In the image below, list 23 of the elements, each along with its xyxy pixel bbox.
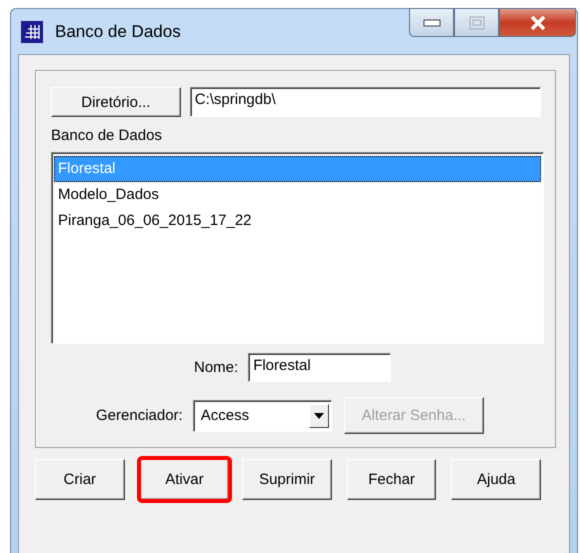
path-field[interactable]: C:\springdb\	[190, 87, 541, 117]
close-button[interactable]	[499, 8, 576, 37]
minimize-button[interactable]	[409, 8, 454, 37]
manager-label: Gerenciador:	[96, 407, 183, 424]
directory-button[interactable]: Diretório...	[51, 87, 181, 117]
maximize-button[interactable]	[454, 8, 499, 37]
list-item[interactable]: Modelo_Dados	[54, 182, 541, 208]
name-label: Nome:	[194, 359, 238, 376]
name-field[interactable]: Florestal	[248, 353, 392, 382]
close-icon	[528, 14, 546, 30]
list-label: Banco de Dados	[51, 127, 163, 144]
maximize-icon	[468, 16, 484, 30]
list-item[interactable]: Piranga_06_06_2015_17_22	[54, 208, 541, 234]
dialog-button[interactable]: Suprimir	[242, 459, 332, 500]
dropdown-arrow-icon	[314, 412, 324, 418]
minimize-icon	[422, 18, 440, 26]
manager-dropdown[interactable]: Access	[192, 400, 332, 432]
window-title: Banco de Dados	[55, 22, 181, 42]
dialog-button[interactable]: Ajuda	[451, 459, 541, 500]
dialog-button[interactable]: Fechar	[346, 459, 436, 500]
grid-icon	[21, 20, 43, 42]
dialog-button[interactable]: Ativar	[140, 459, 230, 500]
dialog-button[interactable]: Criar	[35, 459, 125, 500]
